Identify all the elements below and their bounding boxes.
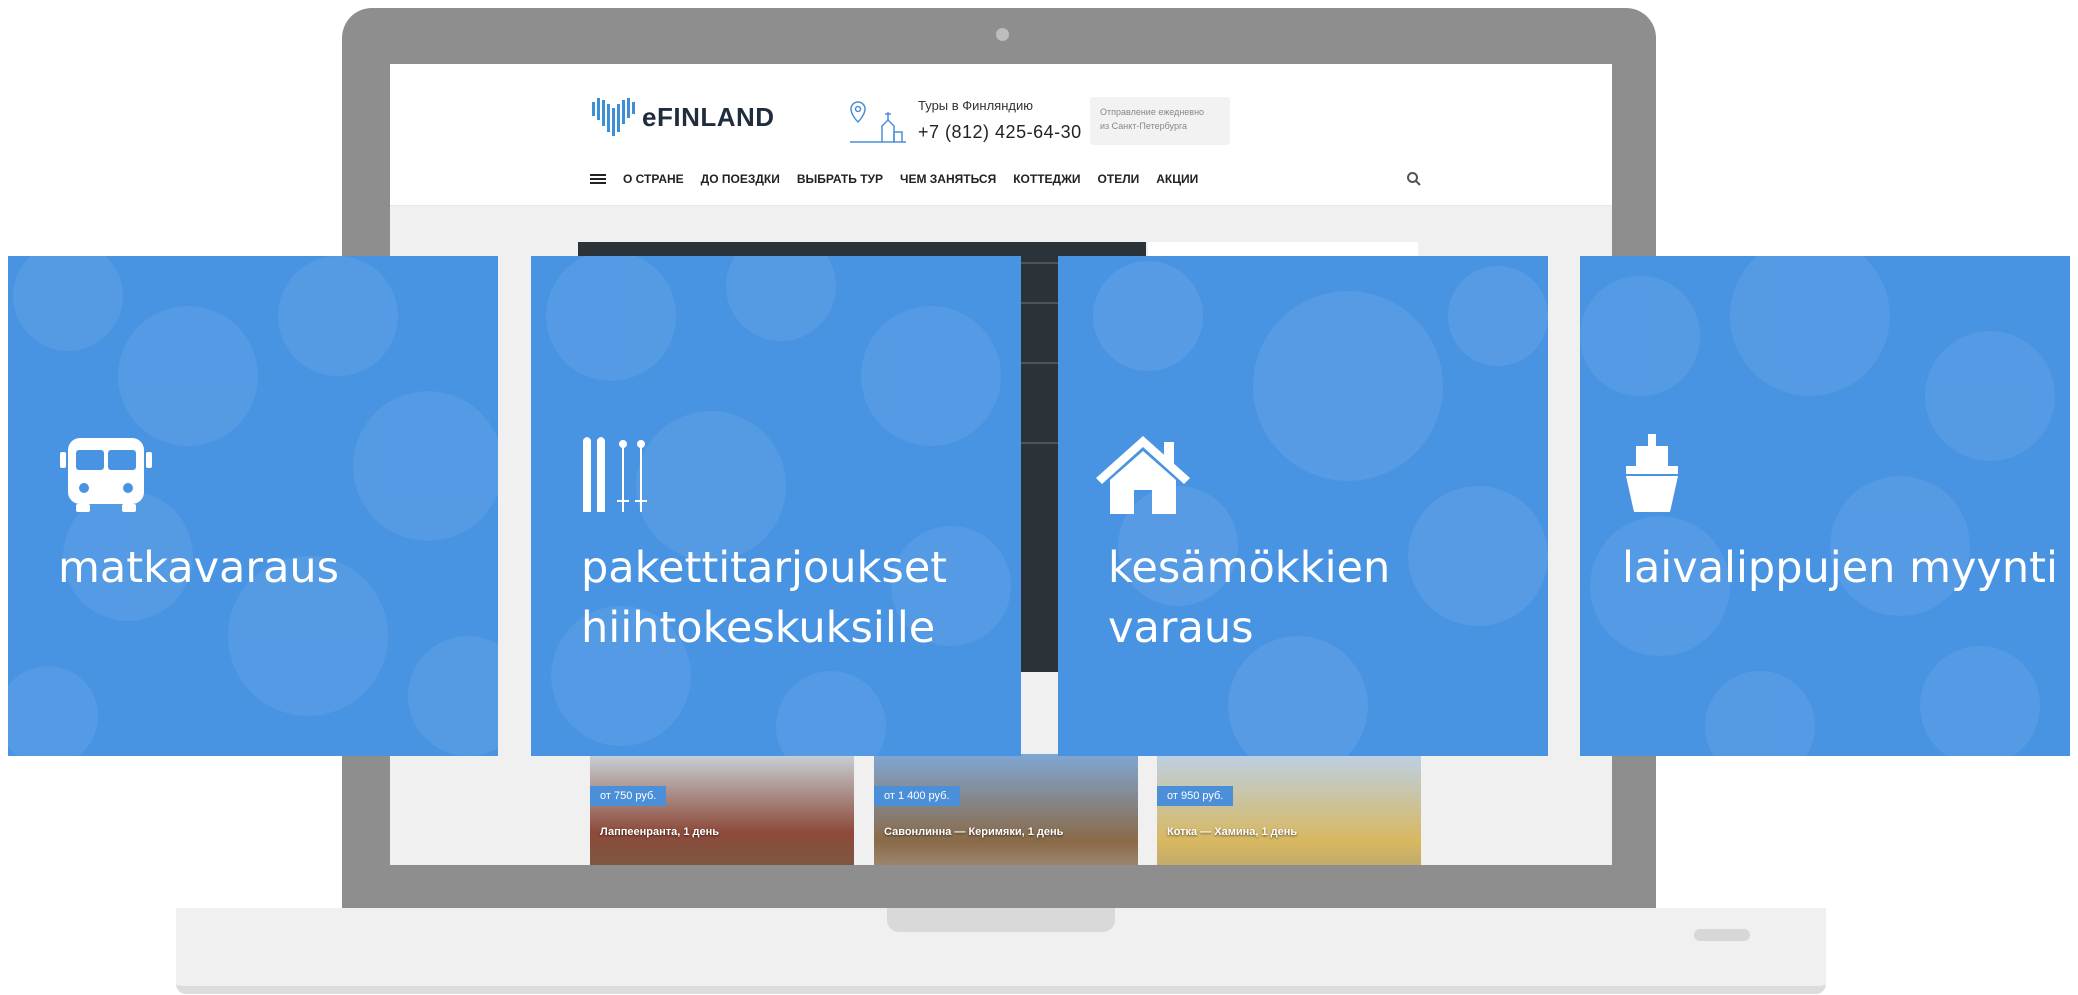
tour-card-title: Лаппеенранта, 1 день (600, 826, 720, 838)
nav-item-cottages[interactable]: КОТТЕДЖИ (1013, 172, 1080, 186)
bus-icon (60, 438, 152, 512)
tile-label: matkavaraus (58, 543, 340, 593)
tile-travel-booking[interactable]: matkavaraus (8, 256, 498, 756)
tile-cottage-booking[interactable]: kesämökkien varaus (1058, 256, 1548, 756)
nav-item-country[interactable]: О СТРАНЕ (623, 172, 684, 186)
tour-card-title: Котка — Хамина, 1 день (1167, 826, 1298, 838)
nav-item-offers[interactable]: АКЦИИ (1156, 172, 1198, 186)
price-badge: от 950 руб. (1157, 786, 1234, 806)
main-nav: О СТРАНЕ ДО ПОЕЗДКИ ВЫБРАТЬ ТУР ЧЕМ ЗАНЯ… (590, 172, 1198, 186)
tile-label: kesämökkien varaus (1108, 543, 1391, 653)
webcam (996, 28, 1009, 41)
heart-logo-icon[interactable] (590, 96, 636, 138)
house-icon (1096, 436, 1190, 514)
nav-item-activities[interactable]: ЧЕМ ЗАНЯТЬСЯ (900, 172, 996, 186)
search-icon[interactable] (1406, 171, 1422, 187)
laptop-notch (887, 908, 1115, 932)
nav-item-hotels[interactable]: ОТЕЛИ (1098, 172, 1140, 186)
departure-line-1: Отправление ежедневно (1100, 107, 1205, 117)
tile-ski-packages[interactable]: pakettitarjoukset hiihtokeskuksille (531, 256, 1021, 756)
phone-number[interactable]: +7 (812) 425-64-30 (918, 122, 1082, 143)
tour-card-title: Савонлинна — Керимяки, 1 день (884, 826, 1064, 838)
ship-icon (1626, 434, 1678, 512)
ski-icon (583, 437, 647, 512)
price-badge: от 750 руб. (590, 786, 667, 806)
tile-ferry-tickets[interactable]: laivalippujen myynti (1580, 256, 2070, 756)
nav-item-before-trip[interactable]: ДО ПОЕЗДКИ (701, 172, 780, 186)
price-badge: от 1 400 руб. (874, 786, 960, 806)
tile-label: laivalippujen myynti (1622, 543, 2058, 593)
tour-card[interactable]: от 950 руб. Котка — Хамина, 1 день (1157, 754, 1421, 865)
tour-card[interactable]: от 1 400 руб. Савонлинна — Керимяки, 1 д… (874, 754, 1138, 865)
departure-info: Отправление ежедневно из Санкт-Петербург… (1090, 97, 1230, 145)
tour-card[interactable]: от 750 руб. Лаппеенранта, 1 день (590, 754, 854, 865)
tile-label: pakettitarjoukset hiihtokeskuksille (581, 543, 948, 653)
site-header: eFINLAND Туры в Финляндию +7 (812) 425-6… (390, 64, 1612, 206)
location-church-icon (850, 101, 906, 143)
departure-line-2: из Санкт-Петербурга (1100, 121, 1188, 131)
menu-icon[interactable] (590, 174, 606, 184)
nav-item-choose-tour[interactable]: ВЫБРАТЬ ТУР (797, 172, 883, 186)
logo-text[interactable]: eFINLAND (642, 102, 775, 133)
tour-label: Туры в Финляндию (918, 98, 1033, 113)
tour-cards: от 750 руб. Лаппеенранта, 1 день от 1 40… (590, 754, 1450, 865)
laptop-indicator (1694, 929, 1750, 941)
